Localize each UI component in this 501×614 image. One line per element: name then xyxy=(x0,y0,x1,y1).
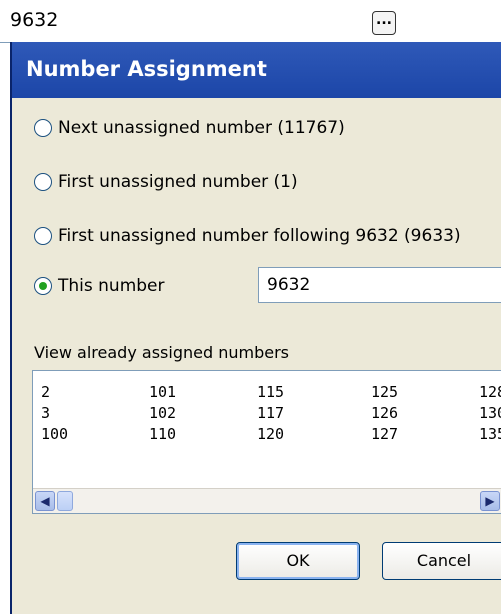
ellipsis-button[interactable]: ... xyxy=(372,11,396,35)
option-next-unassigned[interactable]: Next unassigned number (11767) xyxy=(34,114,345,142)
option-first-unassigned[interactable]: First unassigned number (1) xyxy=(34,168,298,196)
dialog-title: Number Assignment xyxy=(26,57,267,81)
radio-button[interactable] xyxy=(34,119,52,137)
list-item: 128 xyxy=(479,383,501,401)
option-this-number[interactable]: This number xyxy=(34,272,165,300)
option-label: First unassigned number following 9632 (… xyxy=(58,226,461,246)
list-item: 101 xyxy=(149,383,177,401)
horizontal-scrollbar[interactable]: ◀ ▶ xyxy=(33,488,501,513)
list-item: 3 xyxy=(41,404,51,422)
list-item: 135 xyxy=(479,425,501,443)
list-item: 110 xyxy=(149,425,177,443)
list-item: 117 xyxy=(257,404,285,422)
option-first-unassigned-following[interactable]: First unassigned number following 9632 (… xyxy=(34,222,461,250)
list-item: 100 xyxy=(41,425,69,443)
background-area xyxy=(410,0,501,42)
view-assigned-label: View already assigned numbers xyxy=(34,343,289,362)
cancel-button[interactable]: Cancel xyxy=(382,542,501,580)
list-item: 120 xyxy=(257,425,285,443)
radio-button[interactable] xyxy=(34,173,52,191)
list-item: 130 xyxy=(479,404,501,422)
radio-button-selected[interactable] xyxy=(34,277,52,295)
arrow-left-icon[interactable]: ◀ xyxy=(35,491,55,511)
scroll-thumb[interactable] xyxy=(57,491,73,511)
number-field[interactable]: 9632 ... xyxy=(0,0,410,43)
number-assignment-dialog: Number Assignment Next unassigned number… xyxy=(10,42,501,614)
list-item: 2 xyxy=(41,383,51,401)
radio-button[interactable] xyxy=(34,227,52,245)
option-label: First unassigned number (1) xyxy=(58,172,298,192)
option-label: This number xyxy=(58,276,165,296)
option-label: Next unassigned number (11767) xyxy=(58,118,345,138)
assigned-numbers-list[interactable]: 2 101 115 125 128 3 102 117 126 130 100 … xyxy=(32,370,501,514)
arrow-right-icon[interactable]: ▶ xyxy=(480,491,500,511)
list-item: 126 xyxy=(371,404,399,422)
this-number-input[interactable] xyxy=(258,267,501,303)
list-item: 125 xyxy=(371,383,399,401)
list-item: 115 xyxy=(257,383,285,401)
list-item: 102 xyxy=(149,404,177,422)
title-bar: Number Assignment xyxy=(12,42,501,98)
list-item: 127 xyxy=(371,425,399,443)
ok-button[interactable]: OK xyxy=(236,542,360,580)
number-field-value: 9632 xyxy=(10,9,59,31)
